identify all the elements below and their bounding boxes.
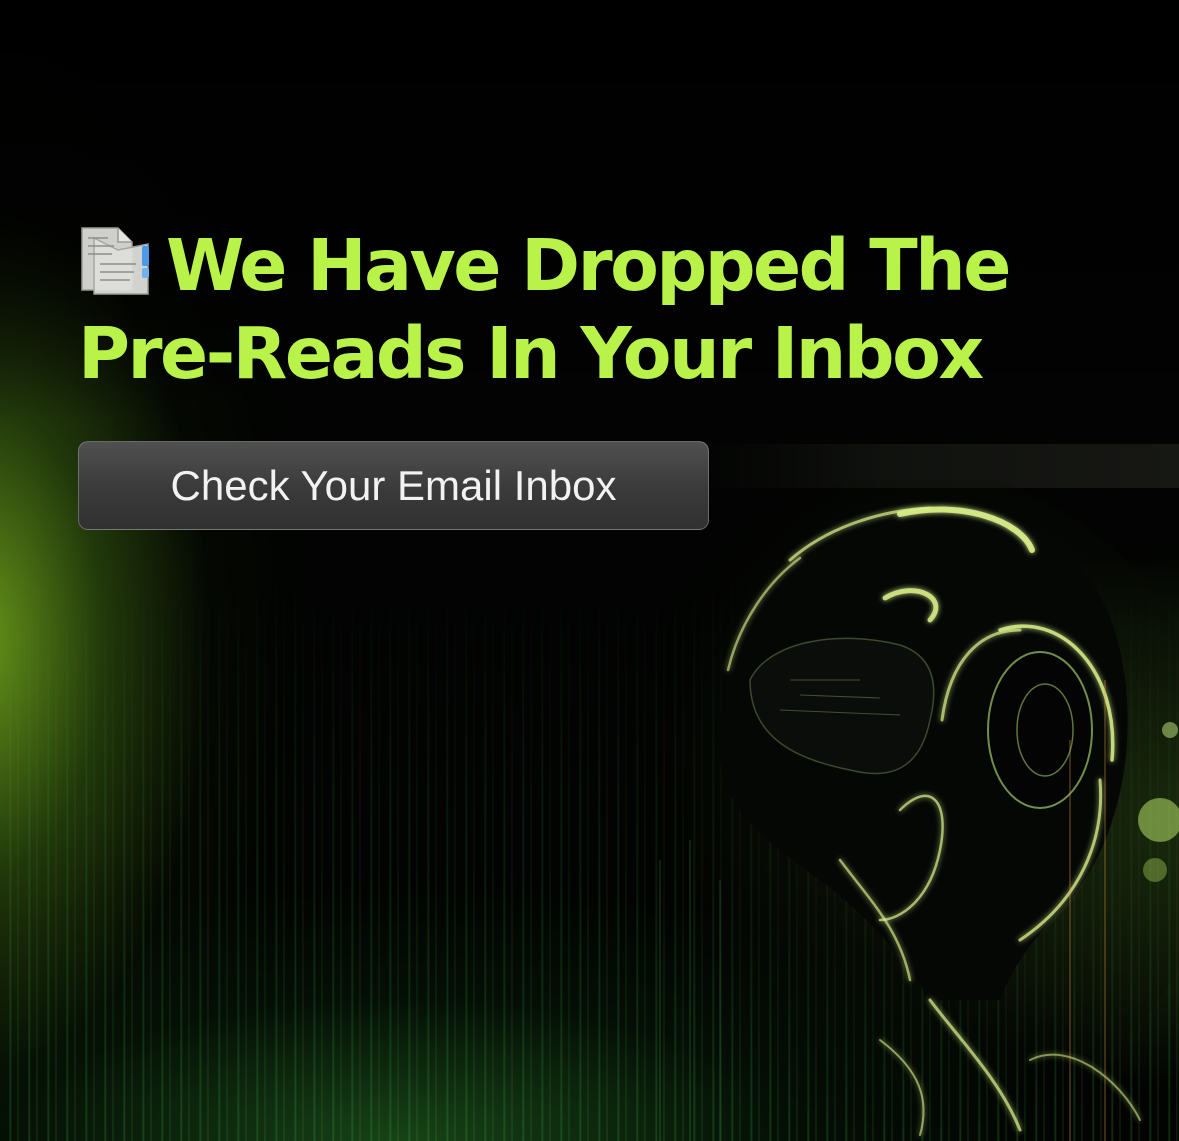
promo-banner: We Have Dropped The Pre-Reads In Your In…: [0, 0, 1179, 1141]
robot-illustration: [620, 480, 1179, 1141]
hero-title: We Have Dropped The Pre-Reads In Your In…: [78, 222, 1078, 398]
page-facing-up-icon: [81, 227, 149, 295]
check-email-button[interactable]: Check Your Email Inbox: [78, 441, 709, 530]
hero-title-text: We Have Dropped The Pre-Reads In Your In…: [78, 224, 1011, 395]
